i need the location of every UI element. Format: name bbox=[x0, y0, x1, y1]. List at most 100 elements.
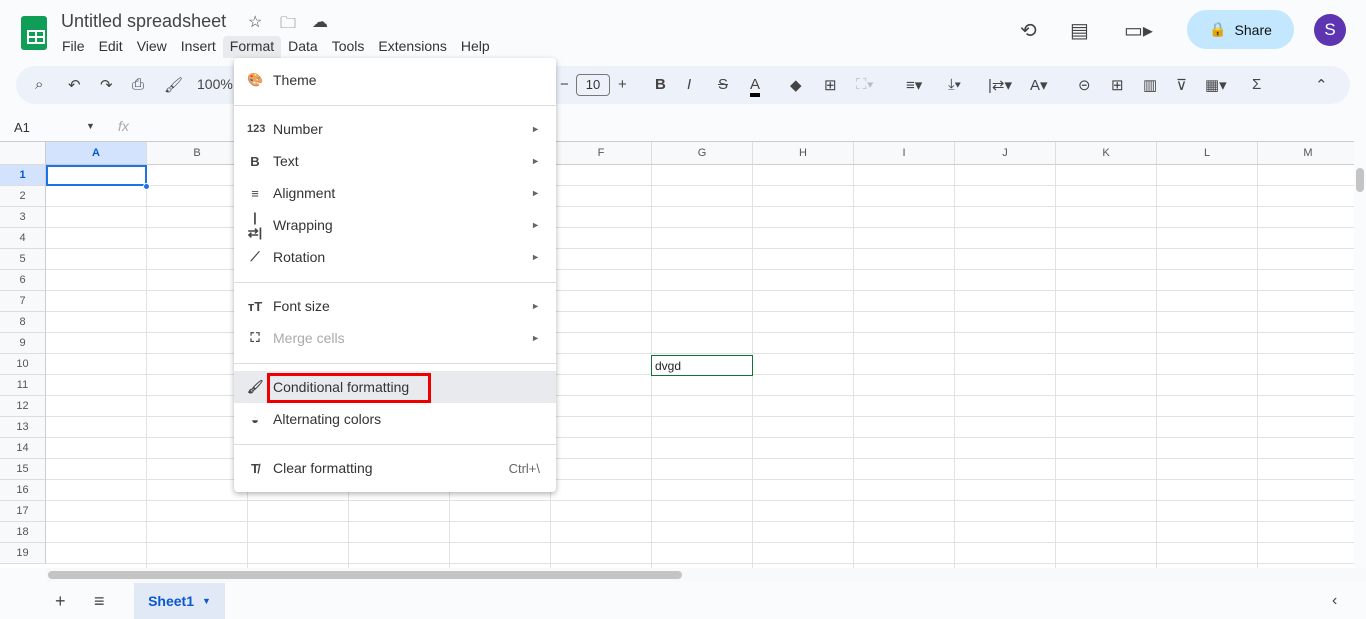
column-header[interactable]: M bbox=[1258, 142, 1354, 165]
menu-file[interactable]: File bbox=[55, 36, 92, 58]
row-header[interactable]: 18 bbox=[0, 522, 46, 543]
selected-cell-a1[interactable] bbox=[46, 165, 147, 186]
row-header[interactable]: 16 bbox=[0, 480, 46, 501]
font-size-input[interactable]: 10 bbox=[576, 74, 610, 96]
sheet-tab-sheet1[interactable]: Sheet1 ▼ bbox=[134, 583, 225, 619]
row-header[interactable]: 4 bbox=[0, 228, 46, 249]
row-header[interactable]: 14 bbox=[0, 438, 46, 459]
menu-item-theme[interactable]: 🎨 Theme bbox=[234, 64, 556, 96]
scrollbar-thumb[interactable] bbox=[48, 571, 682, 579]
row-header[interactable]: 11 bbox=[0, 375, 46, 396]
text-wrap-icon[interactable]: |⇄▾ bbox=[988, 76, 1012, 94]
row-header[interactable]: 9 bbox=[0, 333, 46, 354]
menu-extensions[interactable]: Extensions bbox=[371, 36, 453, 58]
row-header[interactable]: 2 bbox=[0, 186, 46, 207]
functions-icon[interactable]: Σ bbox=[1252, 76, 1261, 93]
print-icon[interactable]: ⎙ bbox=[132, 76, 144, 93]
row-header[interactable]: 6 bbox=[0, 270, 46, 291]
text-rotation-icon[interactable]: A▾ bbox=[1030, 76, 1048, 94]
italic-icon[interactable]: I bbox=[687, 76, 691, 93]
menu-item-merge-cells[interactable]: ⛶ Merge cells ► bbox=[234, 322, 556, 354]
column-header[interactable]: A bbox=[46, 142, 147, 165]
cloud-saved-icon[interactable]: ☁ bbox=[312, 12, 328, 32]
menu-item-label: Font size bbox=[273, 298, 330, 314]
filter-views-icon[interactable]: ▦▾ bbox=[1205, 76, 1227, 94]
row-header[interactable]: 19 bbox=[0, 543, 46, 564]
paint-format-icon[interactable]: 🖌 bbox=[164, 76, 183, 94]
filter-icon[interactable]: ⊽ bbox=[1176, 76, 1187, 94]
history-icon[interactable]: ⟲ bbox=[1020, 18, 1037, 43]
select-all-corner[interactable] bbox=[0, 142, 46, 165]
column-header[interactable]: K bbox=[1056, 142, 1157, 165]
column-header[interactable]: J bbox=[955, 142, 1056, 165]
chevron-down-icon[interactable]: ▼ bbox=[202, 596, 211, 606]
move-folder-icon[interactable]: 🗀 bbox=[280, 12, 296, 39]
strikethrough-icon[interactable]: S bbox=[718, 76, 728, 93]
increase-font-icon[interactable]: + bbox=[618, 76, 627, 93]
menu-help[interactable]: Help bbox=[454, 36, 497, 58]
menu-data[interactable]: Data bbox=[281, 36, 325, 58]
document-title[interactable]: Untitled spreadsheet bbox=[61, 11, 226, 32]
vertical-scrollbar-thumb[interactable] bbox=[1356, 168, 1364, 192]
name-box[interactable]: A1 bbox=[14, 120, 30, 135]
zoom-select[interactable]: 100% bbox=[197, 76, 233, 92]
menu-item-font-size[interactable]: тT Font size ► bbox=[234, 290, 556, 322]
merge-icon[interactable]: ⛶▾ bbox=[856, 76, 874, 93]
undo-icon[interactable]: ↶ bbox=[68, 76, 81, 94]
row-header[interactable]: 1 bbox=[0, 165, 46, 186]
column-header[interactable]: I bbox=[854, 142, 955, 165]
menu-item-wrapping[interactable]: |⇄| Wrapping ► bbox=[234, 209, 556, 241]
row-header[interactable]: 3 bbox=[0, 207, 46, 228]
column-header[interactable]: G bbox=[652, 142, 753, 165]
column-header[interactable]: H bbox=[753, 142, 854, 165]
borders-icon[interactable]: ⊞ bbox=[824, 76, 837, 94]
decrease-font-icon[interactable]: − bbox=[560, 76, 569, 93]
collapse-toolbar-icon[interactable]: ⌃ bbox=[1315, 76, 1328, 94]
comment-icon[interactable]: ⊞ bbox=[1111, 76, 1124, 94]
menu-format[interactable]: Format bbox=[222, 36, 282, 58]
menu-item-rotation[interactable]: ⟋ Rotation ► bbox=[234, 241, 556, 273]
search-icon[interactable]: ⌕ bbox=[35, 76, 43, 93]
chart-icon[interactable]: ▥ bbox=[1143, 76, 1157, 94]
row-header[interactable]: 5 bbox=[0, 249, 46, 270]
menu-item-alignment[interactable]: ≡ Alignment ► bbox=[234, 177, 556, 209]
all-sheets-icon[interactable]: ≡ bbox=[94, 591, 105, 612]
column-header[interactable]: B bbox=[147, 142, 248, 165]
menu-edit[interactable]: Edit bbox=[92, 36, 130, 58]
add-sheet-icon[interactable]: + bbox=[55, 591, 66, 612]
submenu-arrow-icon: ► bbox=[531, 252, 540, 262]
chevron-left-icon[interactable]: ‹ bbox=[1332, 592, 1337, 610]
row-header[interactable]: 7 bbox=[0, 291, 46, 312]
redo-icon[interactable]: ↷ bbox=[100, 76, 113, 94]
vertical-align-icon[interactable]: ⤓▾ bbox=[948, 76, 961, 93]
menu-tools[interactable]: Tools bbox=[325, 36, 372, 58]
menu-item-number[interactable]: 123 Number ► bbox=[234, 113, 556, 145]
text-color-icon[interactable]: A bbox=[750, 76, 761, 97]
avatar[interactable]: S bbox=[1314, 14, 1346, 46]
bold-icon[interactable]: B bbox=[655, 76, 666, 93]
column-header[interactable]: L bbox=[1157, 142, 1258, 165]
name-box-dropdown-icon[interactable]: ▼ bbox=[86, 121, 95, 131]
menu-item-clear-formatting[interactable]: T̸ Clear formatting Ctrl+\ bbox=[234, 452, 556, 484]
row-header[interactable]: 12 bbox=[0, 396, 46, 417]
fill-handle[interactable] bbox=[143, 183, 150, 190]
row-header[interactable]: 8 bbox=[0, 312, 46, 333]
menu-item-alternating-colors[interactable]: ◒ Alternating colors bbox=[234, 403, 556, 435]
row-header[interactable]: 13 bbox=[0, 417, 46, 438]
share-button[interactable]: 🔒 Share bbox=[1187, 10, 1294, 49]
row-header[interactable]: 10 bbox=[0, 354, 46, 375]
fill-color-icon[interactable]: ◆ bbox=[790, 76, 802, 94]
row-header[interactable]: 17 bbox=[0, 501, 46, 522]
sheets-logo[interactable] bbox=[21, 16, 47, 50]
meet-icon[interactable]: ▭▸ bbox=[1124, 18, 1153, 43]
row-header[interactable]: 15 bbox=[0, 459, 46, 480]
star-icon[interactable]: ☆ bbox=[248, 12, 262, 32]
menu-view[interactable]: View bbox=[130, 36, 174, 58]
comments-icon[interactable]: ▤ bbox=[1070, 18, 1089, 43]
menu-item-text[interactable]: B Text ► bbox=[234, 145, 556, 177]
horizontal-align-icon[interactable]: ≡▾ bbox=[906, 76, 922, 94]
cell-g10[interactable]: dvgd bbox=[651, 355, 753, 376]
menu-insert[interactable]: Insert bbox=[174, 36, 223, 58]
link-icon[interactable]: ⊝ bbox=[1078, 76, 1091, 94]
column-header[interactable]: F bbox=[551, 142, 652, 165]
